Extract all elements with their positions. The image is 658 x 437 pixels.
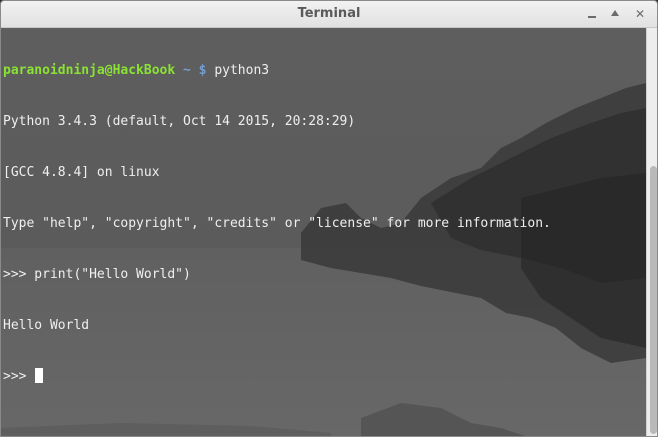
- maximize-button[interactable]: [606, 5, 624, 23]
- window-title: Terminal: [297, 6, 361, 21]
- input-line[interactable]: >>>: [3, 368, 551, 385]
- vertical-scrollbar[interactable]: [646, 28, 657, 436]
- command-text: python3: [214, 63, 270, 78]
- output-line: Python 3.4.3 (default, Oct 14 2015, 20:2…: [3, 114, 356, 129]
- output-line: Type "help", "copyright", "credits" or "…: [3, 216, 551, 231]
- close-button[interactable]: ✕: [631, 5, 649, 23]
- scrollbar-thumb[interactable]: [650, 166, 657, 434]
- prompt-user: paranoidninja@HackBook: [3, 63, 176, 78]
- output-line: Hello World: [3, 318, 90, 333]
- title-bar[interactable]: Terminal ✕: [1, 1, 657, 28]
- terminal-area[interactable]: paranoidninja@HackBook ~ $ python3 Pytho…: [1, 28, 646, 436]
- output-line: [GCC 4.8.4] on linux: [3, 165, 160, 180]
- maximize-icon: [611, 10, 619, 16]
- python-prompt: >>>: [3, 369, 35, 384]
- minimize-button[interactable]: [583, 5, 601, 23]
- terminal-window: Terminal ✕ paranoidninja@HackBook ~ $ py…: [0, 0, 658, 437]
- output-line: >>> print("Hello World"): [3, 267, 191, 282]
- text-cursor: [35, 368, 44, 383]
- command-line: paranoidninja@HackBook ~ $ python3: [3, 62, 551, 79]
- prompt-separator: ~ $: [175, 63, 215, 78]
- minimize-icon: [588, 16, 596, 18]
- terminal-output: paranoidninja@HackBook ~ $ python3 Pytho…: [3, 28, 551, 419]
- close-icon: ✕: [634, 7, 646, 21]
